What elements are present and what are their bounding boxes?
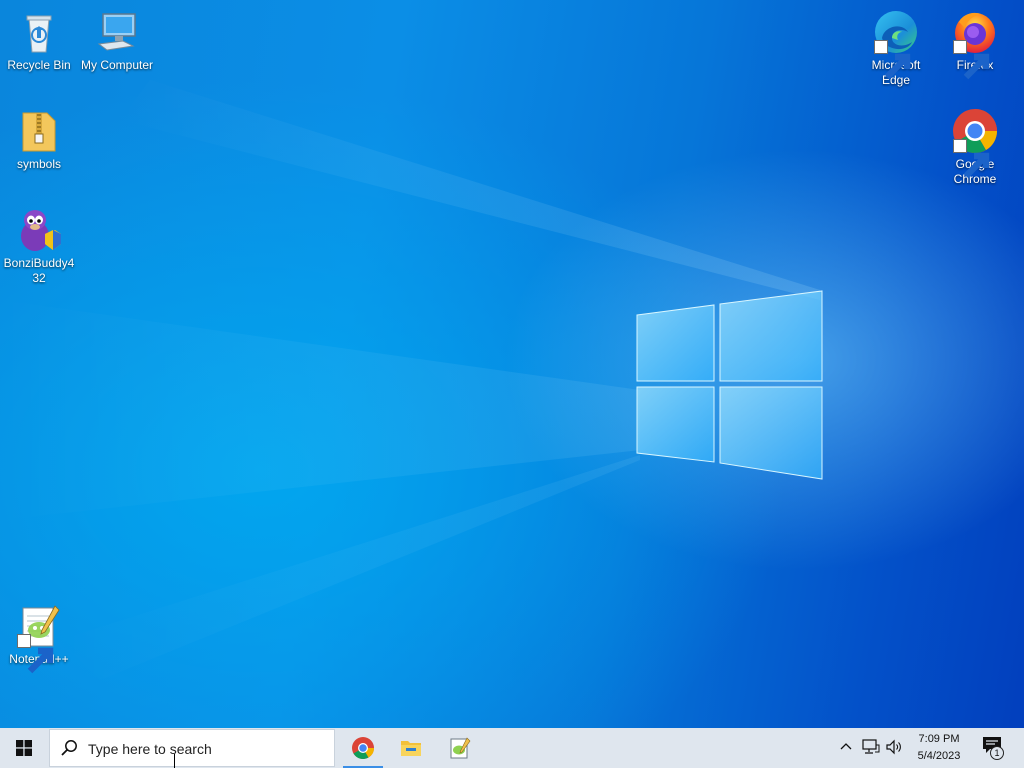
clock-date: 5/4/2023 (917, 750, 961, 762)
shortcut-arrow-icon (17, 634, 54, 674)
search-placeholder: Type here to search (88, 741, 212, 757)
desktop-icon-google-chrome[interactable]: Google Chrome (937, 107, 1013, 187)
show-hidden-icons-chevron-icon[interactable] (840, 741, 852, 753)
shortcut-arrow-icon (874, 40, 911, 80)
computer-icon (93, 8, 141, 56)
windows-start-icon (16, 740, 32, 756)
action-center-button[interactable]: 1 (980, 736, 1008, 762)
desktop-icon-symbols[interactable]: symbols (1, 107, 77, 172)
bonzibuddy-icon (15, 206, 63, 254)
taskbar-app-notepad-plus-plus[interactable] (440, 728, 480, 768)
notepad-plus-plus-icon (15, 602, 63, 674)
search-icon (61, 740, 77, 756)
wallpaper-art (0, 80, 823, 680)
desktop[interactable]: Recycle Bin My Computer symbols BonziBud… (0, 0, 1024, 728)
desktop-icon-recycle-bin[interactable]: Recycle Bin (1, 8, 77, 73)
taskbar: Type here to search 7:09 PM 5/4/2023 1 (0, 728, 1024, 768)
clock[interactable]: 7:09 PM 5/4/2023 (906, 731, 972, 765)
desktop-icon-firefox[interactable]: Firefox (937, 8, 1013, 80)
windows-logo (636, 290, 823, 480)
edge-icon (872, 8, 920, 80)
search-box[interactable]: Type here to search (49, 729, 335, 768)
notification-badge: 1 (990, 746, 1004, 760)
desktop-icon-notepad-plus-plus[interactable]: Notepad++ (1, 602, 77, 674)
taskbar-app-file-explorer[interactable] (391, 728, 431, 768)
shortcut-arrow-icon (953, 40, 990, 80)
taskbar-app-chrome[interactable] (343, 728, 383, 768)
desktop-icon-microsoft-edge[interactable]: Microsoft Edge (858, 8, 934, 88)
file-explorer-icon (401, 741, 421, 756)
clock-time: 7:09 PM (918, 733, 960, 745)
shortcut-arrow-icon (953, 139, 990, 179)
chrome-icon (352, 737, 374, 759)
firefox-icon (951, 8, 999, 80)
start-button[interactable] (0, 728, 48, 768)
text-cursor-icon (174, 754, 175, 768)
notepad-plus-plus-icon (450, 737, 471, 759)
chrome-icon (951, 107, 999, 179)
volume-icon[interactable] (885, 739, 903, 755)
network-icon[interactable] (862, 739, 880, 755)
zip-folder-icon (15, 107, 63, 155)
desktop-icon-bonzibuddy[interactable]: BonziBuddy432 (1, 206, 77, 286)
desktop-icon-my-computer[interactable]: My Computer (79, 8, 155, 73)
recycle-bin-icon (15, 8, 63, 56)
